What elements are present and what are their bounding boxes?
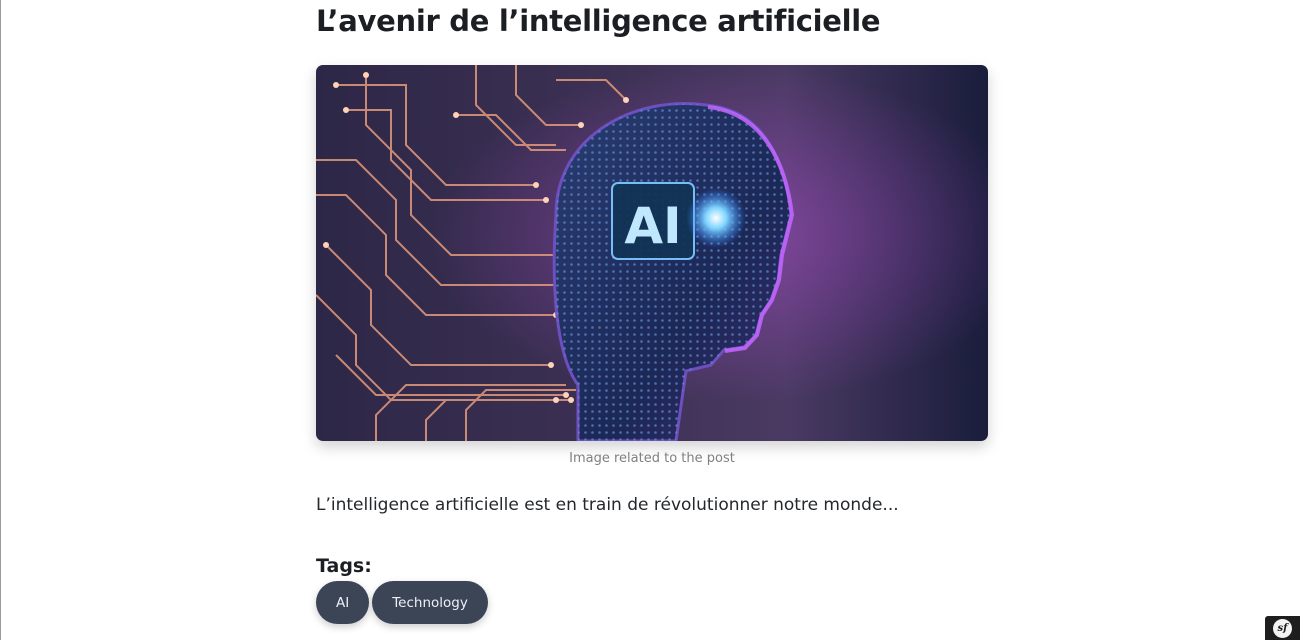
tag-ai[interactable]: AI (316, 581, 370, 624)
post-excerpt: L’intelligence artificielle est en train… (316, 495, 899, 515)
post-title: L’avenir de l’intelligence artificielle (316, 4, 881, 38)
image-caption: Image related to the post (569, 451, 735, 466)
ai-badge-text: AI (624, 197, 681, 255)
ai-head-illustration: AI (316, 65, 988, 441)
symfony-icon: sf (1273, 618, 1292, 638)
glowing-eye (686, 188, 746, 248)
page-frame: L’avenir de l’intelligence artificielle (0, 0, 1300, 640)
tag-technology[interactable]: Technology (372, 581, 488, 624)
post-image: AI (316, 65, 988, 441)
symfony-debug-toolbar-toggle[interactable]: sf (1265, 616, 1300, 640)
tag-list: AI Technology (316, 581, 488, 624)
tags-heading: Tags: (316, 555, 372, 577)
